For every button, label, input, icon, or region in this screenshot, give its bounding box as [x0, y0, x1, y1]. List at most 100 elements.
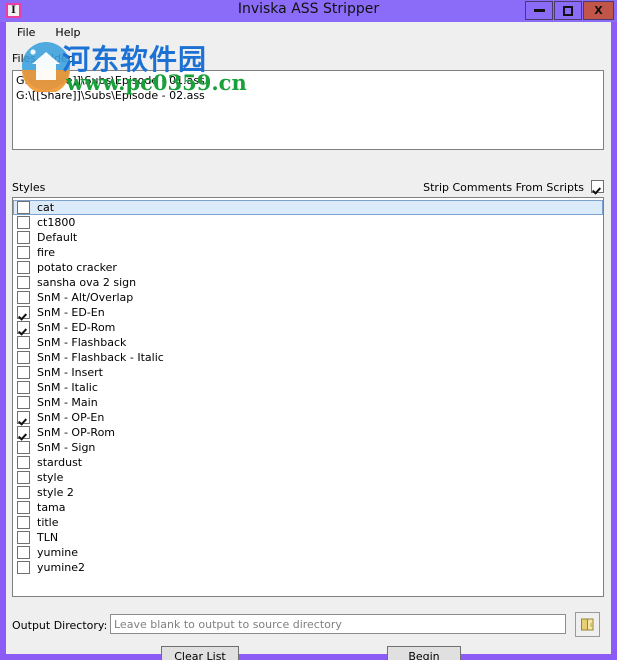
menu-item-help[interactable]: Help — [46, 24, 89, 41]
style-checkbox[interactable] — [17, 561, 30, 574]
style-checkbox[interactable] — [17, 201, 30, 214]
style-list-item[interactable]: SnM - OP-Rom — [13, 425, 603, 440]
style-list-item[interactable]: fire — [13, 245, 603, 260]
style-list-item[interactable]: SnM - ED-Rom — [13, 320, 603, 335]
style-list-item[interactable]: cat — [13, 200, 603, 215]
style-item-label: style 2 — [37, 486, 74, 499]
list-item[interactable]: G:\[[Share]]\Subs\Episode - 02.ass — [16, 88, 603, 103]
files-added-label: Files Added — [12, 52, 75, 65]
output-directory-input[interactable] — [110, 614, 566, 634]
styles-label: Styles — [12, 181, 46, 194]
clear-list-button[interactable]: Clear List — [161, 646, 239, 660]
style-checkbox[interactable] — [17, 486, 30, 499]
style-item-label: SnM - Alt/Overlap — [37, 291, 134, 304]
style-list-item[interactable]: potato cracker — [13, 260, 603, 275]
style-item-label: SnM - Flashback — [37, 336, 127, 349]
style-item-label: SnM - Flashback - Italic — [37, 351, 164, 364]
style-checkbox[interactable] — [17, 261, 30, 274]
style-list-item[interactable]: style — [13, 470, 603, 485]
style-list-item[interactable]: SnM - Main — [13, 395, 603, 410]
style-list-item[interactable]: TLN — [13, 530, 603, 545]
style-list-item[interactable]: Default — [13, 230, 603, 245]
files-added-list[interactable]: G:\[[Share]]\Subs\Episode - 01.ass G:\[[… — [12, 70, 604, 150]
style-item-label: tama — [37, 501, 66, 514]
menu-bar: File Help — [6, 22, 90, 42]
window-controls: X — [524, 1, 614, 20]
style-item-label: SnM - ED-Rom — [37, 321, 116, 334]
begin-button[interactable]: Begin — [387, 646, 461, 660]
style-item-label: potato cracker — [37, 261, 117, 274]
menu-item-file[interactable]: File — [8, 24, 44, 41]
style-list-item[interactable]: tama — [13, 500, 603, 515]
folder-icon — [581, 618, 594, 631]
close-icon: X — [594, 4, 603, 17]
style-item-label: SnM - Main — [37, 396, 98, 409]
client-area: File Help Files Added G:\[[Share]]\Subs\… — [6, 22, 611, 660]
style-checkbox[interactable] — [17, 381, 30, 394]
style-checkbox[interactable] — [17, 516, 30, 529]
style-item-label: SnM - OP-En — [37, 411, 105, 424]
list-item[interactable]: G:\[[Share]]\Subs\Episode - 01.ass — [16, 73, 603, 88]
style-checkbox[interactable] — [17, 426, 30, 439]
style-checkbox[interactable] — [17, 531, 30, 544]
style-checkbox[interactable] — [17, 546, 30, 559]
style-list-item[interactable]: SnM - OP-En — [13, 410, 603, 425]
style-checkbox[interactable] — [17, 441, 30, 454]
maximize-icon — [563, 5, 573, 16]
style-item-label: SnM - Insert — [37, 366, 103, 379]
style-list-item[interactable]: style 2 — [13, 485, 603, 500]
style-checkbox[interactable] — [17, 276, 30, 289]
style-checkbox[interactable] — [17, 336, 30, 349]
style-checkbox[interactable] — [17, 291, 30, 304]
style-list-item[interactable]: SnM - Sign — [13, 440, 603, 455]
style-checkbox[interactable] — [17, 216, 30, 229]
style-checkbox[interactable] — [17, 366, 30, 379]
style-item-label: fire — [37, 246, 55, 259]
style-item-label: sansha ova 2 sign — [37, 276, 137, 289]
style-checkbox[interactable] — [17, 471, 30, 484]
styles-list[interactable]: cat ct1800 Default fire potato cracker sansha… — [12, 197, 604, 597]
minimize-icon — [533, 9, 545, 12]
close-button[interactable]: X — [583, 1, 614, 20]
style-checkbox[interactable] — [17, 501, 30, 514]
style-list-item[interactable]: title — [13, 515, 603, 530]
style-checkbox[interactable] — [17, 321, 30, 334]
style-item-label: stardust — [37, 456, 83, 469]
style-item-label: TLN — [37, 531, 59, 544]
style-item-label: yumine2 — [37, 561, 85, 574]
style-checkbox[interactable] — [17, 306, 30, 319]
style-list-item[interactable]: yumine — [13, 545, 603, 560]
style-checkbox[interactable] — [17, 456, 30, 469]
minimize-button[interactable] — [525, 1, 553, 20]
browse-directory-button[interactable] — [575, 612, 600, 637]
style-checkbox[interactable] — [17, 411, 30, 424]
maximize-button[interactable] — [554, 1, 582, 20]
output-directory-label: Output Directory: — [12, 619, 108, 632]
style-item-label: SnM - Italic — [37, 381, 98, 394]
style-item-label: ct1800 — [37, 216, 76, 229]
style-list-item[interactable]: SnM - Flashback — [13, 335, 603, 350]
style-list-item[interactable]: yumine2 — [13, 560, 603, 575]
style-list-item[interactable]: SnM - Flashback - Italic — [13, 350, 603, 365]
style-list-item[interactable]: SnM - Italic — [13, 380, 603, 395]
style-item-label: yumine — [37, 546, 78, 559]
style-checkbox[interactable] — [17, 246, 30, 259]
application-window: I Inviska ASS Stripper X File Help Files… — [0, 0, 617, 660]
style-checkbox[interactable] — [17, 231, 30, 244]
strip-comments-checkbox[interactable] — [591, 180, 604, 193]
style-item-label: SnM - ED-En — [37, 306, 105, 319]
style-list-item[interactable]: sansha ova 2 sign — [13, 275, 603, 290]
style-list-item[interactable]: SnM - Alt/Overlap — [13, 290, 603, 305]
style-item-label: SnM - OP-Rom — [37, 426, 116, 439]
style-item-label: cat — [37, 201, 55, 214]
style-item-label: title — [37, 516, 59, 529]
style-list-item[interactable]: stardust — [13, 455, 603, 470]
style-checkbox[interactable] — [17, 396, 30, 409]
strip-comments-label: Strip Comments From Scripts — [423, 181, 584, 194]
style-list-item[interactable]: SnM - ED-En — [13, 305, 603, 320]
style-checkbox[interactable] — [17, 351, 30, 364]
style-list-item[interactable]: SnM - Insert — [13, 365, 603, 380]
style-list-item[interactable]: ct1800 — [13, 215, 603, 230]
title-bar[interactable]: I Inviska ASS Stripper X — [0, 0, 617, 22]
style-item-label: style — [37, 471, 64, 484]
